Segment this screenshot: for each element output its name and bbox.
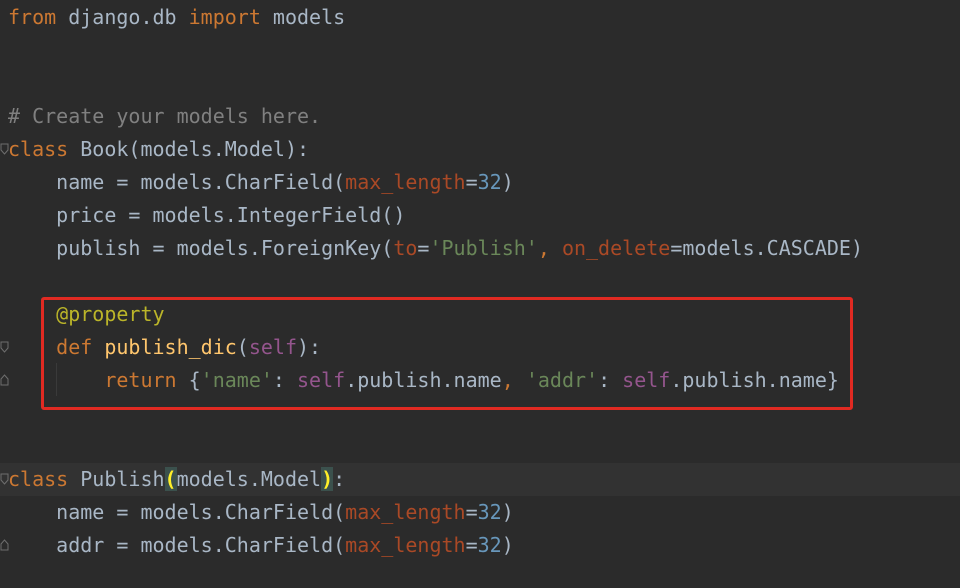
code-token: ): [501, 170, 514, 194]
code-token: max_length: [345, 533, 466, 557]
code-line-text: from django.db import models: [8, 1, 345, 34]
code-token: from: [8, 5, 57, 29]
code-line[interactable]: publish = models.ForeignKey(to='Publish'…: [0, 232, 960, 265]
fold-marker-icon[interactable]: [0, 341, 9, 353]
code-line-text: name = models.CharField(max_length=32): [8, 496, 514, 529]
code-token: models: [176, 467, 249, 491]
code-token: max_length: [345, 170, 466, 194]
code-token: =: [417, 236, 430, 260]
code-token: :: [333, 467, 346, 491]
code-token: .CASCADE): [754, 236, 863, 260]
code-token: models: [140, 137, 213, 161]
code-line[interactable]: [0, 34, 960, 67]
code-line-text: # Create your models here.: [8, 100, 321, 133]
code-line-text: class Publish(models.Model):: [8, 463, 345, 496]
code-token: models: [272, 5, 346, 29]
code-token: on_delete: [561, 236, 671, 260]
code-line-text: price = models.IntegerField(): [8, 199, 405, 232]
code-token: .IntegerField(): [224, 203, 406, 227]
code-token: models: [152, 203, 225, 227]
code-token: ): [501, 533, 514, 557]
code-line[interactable]: # Create your models here.: [0, 100, 960, 133]
code-token: name =: [8, 500, 141, 524]
fold-marker-icon[interactable]: [0, 143, 9, 155]
code-token: .CharField(: [212, 533, 346, 557]
code-token: (: [164, 467, 177, 491]
code-line[interactable]: from django.db import models: [0, 1, 960, 34]
code-token: models: [140, 170, 213, 194]
fold-end-marker-icon[interactable]: [0, 374, 9, 386]
code-token: .Model):: [212, 137, 310, 161]
code-token: ): [501, 500, 514, 524]
code-token: class: [8, 467, 69, 491]
code-token: Publish: [68, 467, 165, 491]
code-token: models: [140, 500, 213, 524]
code-token: .CharField(: [212, 500, 346, 524]
code-token: # Create your models here.: [8, 104, 322, 128]
code-token: .Model: [248, 467, 322, 491]
code-token: django.db: [56, 5, 189, 29]
code-token: models: [176, 236, 249, 260]
code-token: ): [321, 467, 334, 491]
code-line[interactable]: [0, 265, 960, 298]
code-line[interactable]: [0, 430, 960, 463]
code-token: name =: [8, 170, 141, 194]
code-token: to: [393, 236, 418, 260]
code-line[interactable]: name = models.CharField(max_length=32): [0, 496, 960, 529]
fold-end-marker-icon[interactable]: [0, 539, 9, 551]
code-token: =: [465, 533, 478, 557]
annotation-highlight-box: [41, 297, 853, 410]
code-token: =: [670, 236, 683, 260]
code-token: 32: [477, 533, 502, 557]
code-line[interactable]: addr = models.CharField(max_length=32): [0, 529, 960, 562]
code-token: max_length: [345, 500, 466, 524]
code-line-text: publish = models.ForeignKey(to='Publish'…: [8, 232, 863, 265]
code-line[interactable]: name = models.CharField(max_length=32): [0, 166, 960, 199]
code-token: =: [465, 500, 478, 524]
code-token: ,: [537, 236, 562, 260]
code-token: .ForeignKey(: [248, 236, 394, 260]
code-token: 32: [477, 500, 502, 524]
code-line[interactable]: class Publish(models.Model):: [0, 463, 960, 496]
code-line-text: addr = models.CharField(max_length=32): [8, 529, 514, 562]
code-line-text: name = models.CharField(max_length=32): [8, 166, 514, 199]
code-token: 'Publish': [429, 236, 538, 260]
code-line[interactable]: [0, 67, 960, 100]
code-token: import: [188, 5, 261, 29]
code-token: price =: [8, 203, 153, 227]
code-token: 32: [477, 170, 502, 194]
code-token: models: [682, 236, 755, 260]
code-line-text: class Book(models.Model):: [8, 133, 309, 166]
code-line[interactable]: class Book(models.Model):: [0, 133, 960, 166]
code-token: models: [140, 533, 213, 557]
code-token: =: [465, 170, 478, 194]
code-token: publish =: [8, 236, 177, 260]
code-token: addr =: [8, 533, 141, 557]
code-token: Book(: [68, 137, 141, 161]
code-line[interactable]: price = models.IntegerField(): [0, 199, 960, 232]
code-token: class: [8, 137, 69, 161]
fold-marker-icon[interactable]: [0, 473, 9, 485]
code-token: .CharField(: [212, 170, 346, 194]
code-editor[interactable]: addr = models.CharField(max_length=32) n…: [0, 0, 960, 588]
